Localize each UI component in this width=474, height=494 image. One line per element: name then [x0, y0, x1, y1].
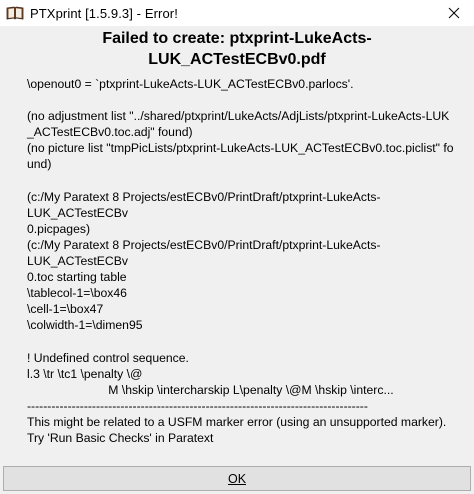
log-line: _ACTestECBv0.toc.adj" found): [27, 125, 193, 140]
log-line: l.3 \tr \tc1 \penalty \@: [27, 366, 143, 381]
log-line: ! Undefined control sequence.: [27, 350, 189, 365]
log-line: ----------------------------------------…: [27, 398, 368, 413]
window-title: PTXprint [1.5.9.3] - Error!: [30, 5, 178, 21]
log-line: 0.toc starting table: [27, 270, 127, 285]
log-line: \cell-1=\box47: [27, 302, 104, 317]
error-heading-line-1: Failed to create: ptxprint-LukeActs-: [102, 30, 372, 47]
ok-button[interactable]: OK: [3, 466, 471, 491]
log-line: \colwidth-1=\dimen95: [27, 318, 143, 333]
ok-button-label: OK: [227, 471, 247, 486]
error-heading-line-2: LUK_ACTestECBv0.pdf: [148, 51, 326, 68]
log-line: (c:/My Paratext 8 Projects/estECBv0/Prin…: [27, 189, 381, 204]
log-line: 0.picpages): [27, 221, 91, 236]
log-line: Try 'Run Basic Checks' in Paratext: [27, 431, 214, 446]
log-line: This might be related to a USFM marker e…: [27, 414, 447, 429]
close-icon[interactable]: [434, 0, 474, 26]
log-line: (no picture list "tmpPicLists/ptxprint-L…: [27, 141, 454, 156]
log-line: (c:/My Paratext 8 Projects/estECBv0/Prin…: [27, 237, 381, 252]
error-log-text: \openout0 = `ptxprint-LukeActs-LUK_ACTes…: [27, 76, 467, 446]
book-icon: [6, 5, 24, 21]
log-line: M \hskip \intercharskip L\penalty \@M \h…: [27, 382, 394, 397]
log-line: \openout0 = `ptxprint-LukeActs-LUK_ACTes…: [27, 77, 354, 91]
log-line: \tablecol-1=\box46: [27, 286, 127, 301]
log-line: (no adjustment list "../shared/ptxprint/…: [27, 109, 450, 124]
log-line: und): [27, 157, 52, 172]
title-bar: PTXprint [1.5.9.3] - Error!: [0, 0, 474, 26]
log-line: LUK_ACTestECBv: [27, 205, 128, 220]
error-heading: Failed to create: ptxprint-LukeActs- LUK…: [0, 28, 474, 70]
error-dialog: PTXprint [1.5.9.3] - Error! Failed to cr…: [0, 0, 474, 494]
log-line: LUK_ACTestECBv: [27, 254, 128, 269]
